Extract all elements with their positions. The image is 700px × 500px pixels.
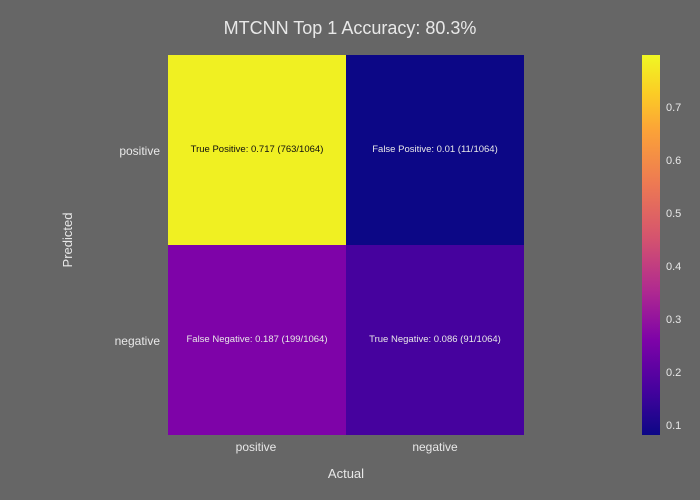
colorbar-tick: 0.1 [666, 420, 681, 432]
cell-false-negative: False Negative: 0.187 (199/1064) [168, 245, 346, 435]
y-tick-positive: positive [100, 144, 160, 158]
x-tick-positive: positive [216, 440, 296, 454]
confusion-matrix-chart: MTCNN Top 1 Accuracy: 80.3% True Positiv… [0, 0, 700, 500]
colorbar-tick: 0.5 [666, 208, 681, 220]
colorbar-tick: 0.2 [666, 367, 681, 379]
colorbar-tick: 0.6 [666, 155, 681, 167]
cell-true-negative: True Negative: 0.086 (91/1064) [346, 245, 524, 435]
heatmap-grid: True Positive: 0.717 (763/1064) False Po… [168, 55, 524, 435]
colorbar-tick: 0.3 [666, 314, 681, 326]
colorbar: 0.1 0.2 0.3 0.4 0.5 0.6 0.7 [642, 55, 660, 435]
cell-label: True Positive: 0.717 (763/1064) [191, 144, 324, 156]
cell-label: False Negative: 0.187 (199/1064) [186, 334, 327, 346]
cell-false-positive: False Positive: 0.01 (11/1064) [346, 55, 524, 245]
cell-label: False Positive: 0.01 (11/1064) [372, 144, 498, 156]
x-axis-label: Actual [0, 466, 700, 481]
chart-title: MTCNN Top 1 Accuracy: 80.3% [0, 18, 700, 39]
x-tick-negative: negative [395, 440, 475, 454]
y-tick-negative: negative [100, 334, 160, 348]
colorbar-tick: 0.4 [666, 261, 681, 273]
colorbar-gradient [642, 55, 660, 435]
cell-true-positive: True Positive: 0.717 (763/1064) [168, 55, 346, 245]
colorbar-tick: 0.7 [666, 102, 681, 114]
cell-label: True Negative: 0.086 (91/1064) [369, 334, 501, 346]
y-axis-label: Predicted [60, 213, 75, 268]
